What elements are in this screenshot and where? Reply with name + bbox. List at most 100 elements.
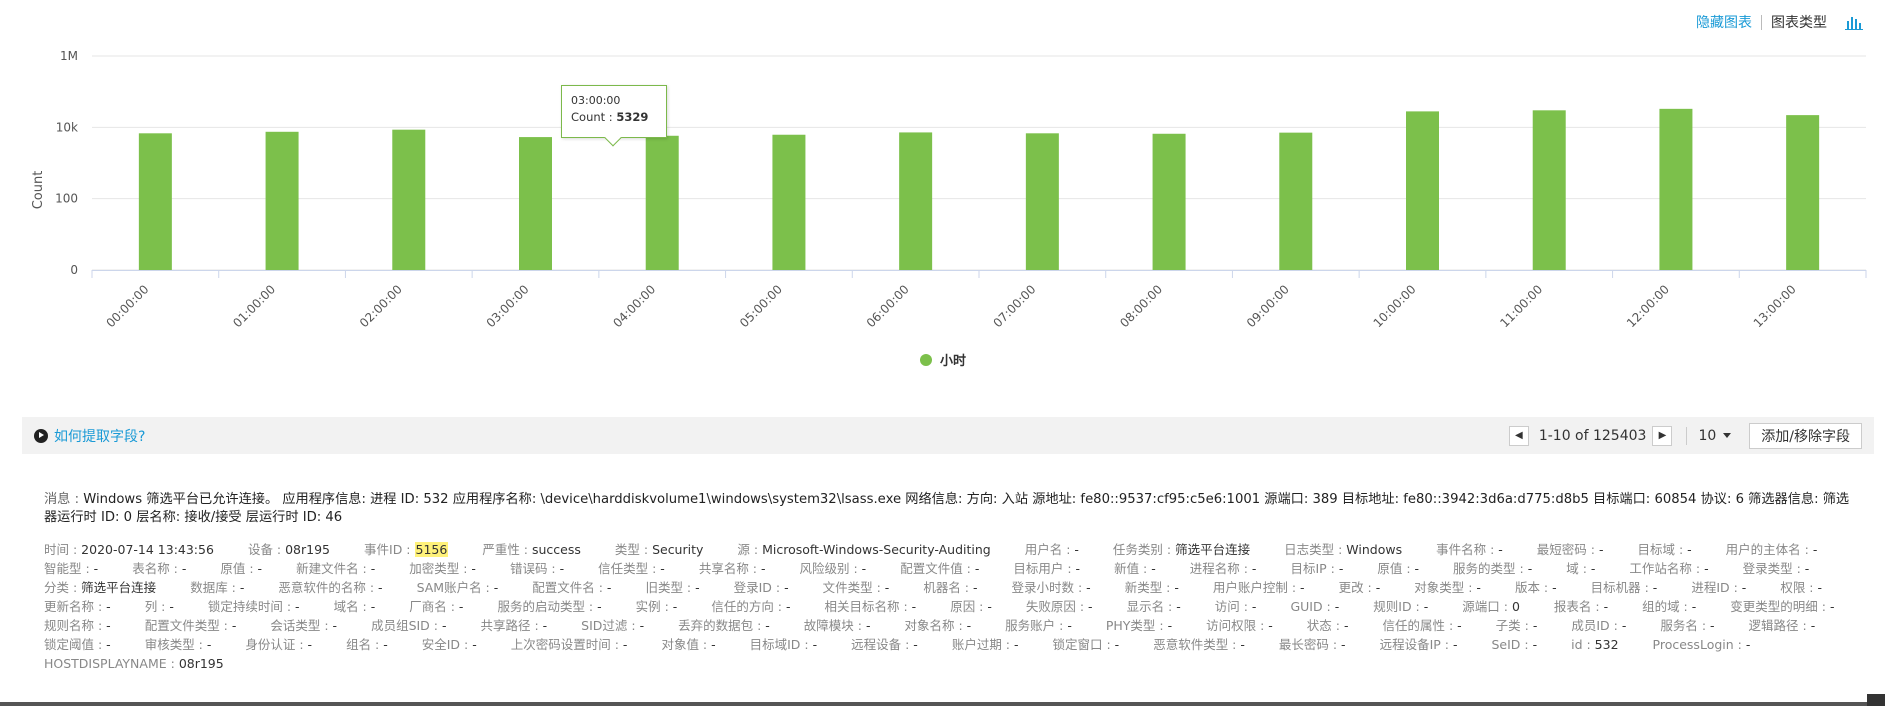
field-value[interactable]: success [532, 542, 581, 557]
field-value[interactable]: - [383, 637, 388, 652]
field-value[interactable]: - [597, 599, 602, 614]
next-page-button[interactable]: ▶ [1652, 425, 1673, 446]
field-value[interactable]: - [1476, 580, 1481, 595]
field-value[interactable]: - [1376, 580, 1381, 595]
add-remove-fields-button[interactable]: 添加/移除字段 [1749, 422, 1862, 449]
field-value[interactable]: - [1174, 580, 1179, 595]
field-value[interactable]: - [1074, 542, 1079, 557]
field-value[interactable]: - [1457, 618, 1462, 633]
field-value[interactable]: - [1813, 542, 1818, 557]
bar-13:00:00[interactable] [1786, 115, 1820, 270]
field-value[interactable]: - [1067, 618, 1072, 633]
field-value[interactable]: - [378, 580, 383, 595]
field-value[interactable]: Windows [1346, 542, 1402, 557]
field-value[interactable]: - [1240, 637, 1245, 652]
field-value[interactable]: - [442, 618, 447, 633]
field-value[interactable]: - [1115, 637, 1120, 652]
field-value[interactable]: - [295, 599, 300, 614]
field-value[interactable]: - [169, 599, 174, 614]
bar-02:00:00[interactable] [392, 129, 426, 270]
field-value[interactable]: 532 [1595, 637, 1619, 652]
field-value[interactable]: - [1604, 599, 1609, 614]
field-value[interactable]: - [1453, 637, 1458, 652]
field-value[interactable]: - [1076, 561, 1081, 576]
field-value[interactable]: - [232, 618, 237, 633]
field-value[interactable]: - [1746, 637, 1751, 652]
field-value[interactable]: - [640, 618, 645, 633]
bar-chart-icon[interactable] [1845, 14, 1863, 30]
field-value[interactable]: - [1830, 599, 1835, 614]
bar-09:00:00[interactable] [1279, 132, 1313, 270]
field-value[interactable]: 0 [1512, 599, 1520, 614]
field-value[interactable]: - [673, 599, 678, 614]
field-value[interactable]: - [862, 561, 867, 576]
field-value[interactable]: - [1692, 599, 1697, 614]
field-value[interactable]: - [1168, 618, 1173, 633]
chart-type-button[interactable]: 图表类型 [1771, 12, 1827, 32]
field-value[interactable]: - [813, 637, 818, 652]
field-value[interactable]: - [1528, 561, 1533, 576]
extract-fields-help-link[interactable]: 如何提取字段? [34, 426, 145, 446]
field-value[interactable]: - [786, 599, 791, 614]
field-value[interactable]: - [308, 637, 313, 652]
bar-08:00:00[interactable] [1152, 133, 1186, 270]
field-value[interactable]: - [967, 618, 972, 633]
field-value[interactable]: 筛选平台连接 [1175, 542, 1250, 557]
field-value[interactable]: - [240, 580, 245, 595]
field-value[interactable]: - [866, 618, 871, 633]
field-value[interactable]: - [459, 599, 464, 614]
field-value[interactable]: - [765, 618, 770, 633]
field-value[interactable]: Security [652, 542, 703, 557]
field-value[interactable]: - [1268, 618, 1273, 633]
field-value[interactable]: - [471, 561, 476, 576]
field-value[interactable]: - [1498, 542, 1503, 557]
field-value[interactable]: - [1415, 561, 1420, 576]
field-value[interactable]: - [761, 561, 766, 576]
field-value[interactable]: - [1622, 618, 1627, 633]
field-value[interactable]: - [182, 561, 187, 576]
chart-legend-item[interactable]: 小时 [920, 350, 966, 369]
field-value[interactable]: - [1805, 561, 1810, 576]
bar-00:00:00[interactable] [138, 133, 172, 270]
field-value[interactable]: - [973, 580, 978, 595]
field-value[interactable]: - [660, 561, 665, 576]
bar-11:00:00[interactable] [1532, 110, 1566, 270]
field-value[interactable]: - [1653, 580, 1658, 595]
field-value[interactable]: - [543, 618, 548, 633]
field-value[interactable]: - [207, 637, 212, 652]
field-value[interactable]: - [1599, 542, 1604, 557]
bar-10:00:00[interactable] [1406, 111, 1439, 270]
field-value[interactable]: - [560, 561, 565, 576]
field-value[interactable]: - [885, 580, 890, 595]
field-value[interactable]: - [1533, 637, 1538, 652]
field-value[interactable]: 2020-07-14 13:43:56 [81, 542, 214, 557]
field-value[interactable]: - [1424, 599, 1429, 614]
field-value[interactable]: - [1339, 561, 1344, 576]
field-value[interactable]: - [1533, 618, 1538, 633]
corner-icon[interactable] [1867, 694, 1885, 706]
field-value[interactable]: - [1710, 618, 1715, 633]
field-value[interactable]: - [1151, 561, 1156, 576]
field-value[interactable]: - [1817, 580, 1822, 595]
bar-05:00:00[interactable] [772, 134, 806, 270]
field-value[interactable]: - [472, 637, 477, 652]
field-value[interactable]: - [1687, 542, 1692, 557]
field-value[interactable]: - [258, 561, 263, 576]
field-value[interactable]: - [1335, 599, 1340, 614]
field-value[interactable]: - [1704, 561, 1709, 576]
bar-06:00:00[interactable] [899, 132, 933, 270]
field-value[interactable]: 08r195 [179, 656, 224, 671]
field-value[interactable]: - [623, 637, 628, 652]
prev-page-button[interactable]: ◀ [1508, 425, 1529, 446]
field-value[interactable]: - [987, 599, 992, 614]
field-value[interactable]: - [975, 561, 980, 576]
bar-12:00:00[interactable] [1659, 108, 1693, 271]
field-value[interactable]: - [494, 580, 499, 595]
field-value[interactable]: - [371, 599, 376, 614]
bar-03:00:00[interactable] [519, 137, 552, 270]
field-value[interactable]: 5156 [414, 542, 449, 557]
field-value[interactable]: - [913, 637, 918, 652]
field-value[interactable]: - [106, 618, 111, 633]
field-value[interactable]: - [784, 580, 789, 595]
field-value[interactable]: - [94, 561, 99, 576]
